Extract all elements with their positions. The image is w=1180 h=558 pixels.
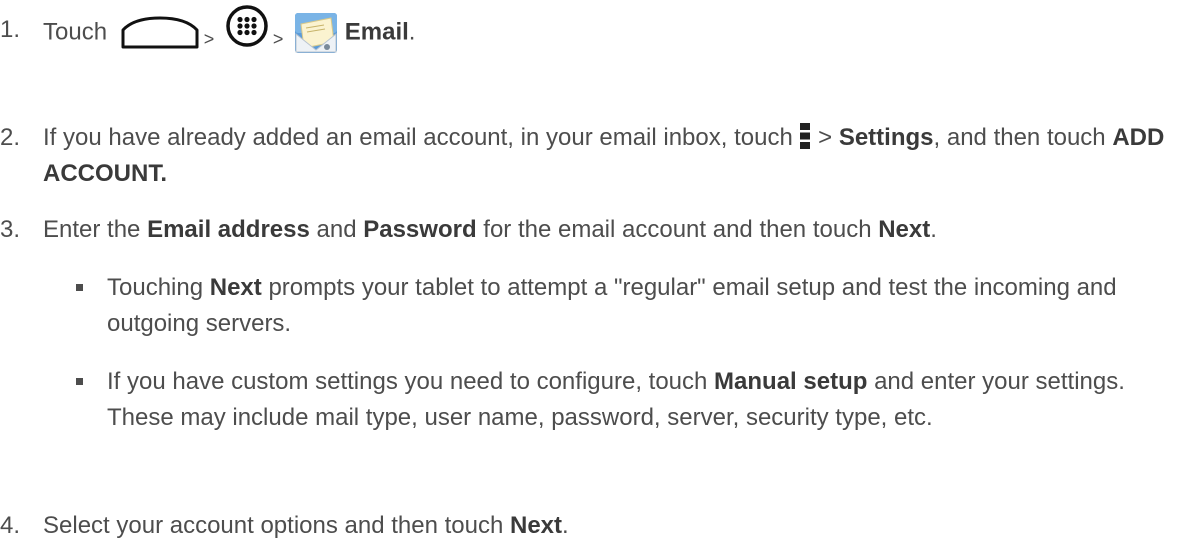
- step-4: 4. Select your account options and then …: [0, 508, 1175, 544]
- apps-icon: [225, 5, 269, 48]
- step-number: 3.: [0, 216, 21, 243]
- step-text: Select your account options and then tou…: [43, 508, 1175, 544]
- step-number: 2.: [0, 124, 21, 151]
- password-label: Password: [363, 216, 477, 243]
- next-label: Next: [878, 216, 931, 243]
- home-icon: [120, 16, 200, 50]
- list-item: Touching Next prompts your tablet to att…: [76, 270, 1175, 342]
- separator: >: [818, 124, 833, 151]
- next-label: Next: [509, 512, 563, 539]
- step-3: 3. Enter the Email address and Password …: [0, 212, 1175, 248]
- separator: >: [272, 29, 284, 50]
- step-1: 1. Touch > > Email.: [0, 5, 1175, 57]
- app-name: Email: [344, 18, 409, 46]
- separator: >: [203, 29, 215, 50]
- step-number: 1.: [0, 16, 21, 43]
- step-text-part: and: [316, 216, 357, 243]
- step-text: If you have already added an email accou…: [43, 120, 1175, 192]
- step-text-prefix: Touch: [43, 18, 108, 46]
- step-text-part: , and then touch: [933, 124, 1106, 151]
- bullet-mark: [76, 284, 83, 291]
- step-text-part: .: [562, 512, 569, 539]
- step-text-part: If you have already added an email accou…: [43, 124, 793, 151]
- step-end: .: [408, 18, 416, 46]
- bullet-mark: [76, 378, 83, 385]
- step-text-part: Enter the: [43, 216, 141, 243]
- step-2: 2. If you have already added an email ac…: [0, 120, 1175, 192]
- step-text-part: Select your account options and then tou…: [43, 512, 504, 539]
- next-label: Next: [209, 274, 262, 301]
- step-text-part: .: [930, 216, 937, 243]
- bullet-text-part: Touching: [107, 274, 204, 301]
- manual-setup-label: Manual setup: [714, 368, 868, 395]
- menu-icon: [799, 122, 811, 150]
- step-text: Enter the Email address and Password for…: [43, 212, 1175, 248]
- bullet-text: Touching Next prompts your tablet to att…: [107, 270, 1175, 342]
- bullet-text-part: If you have custom settings you need to …: [107, 368, 708, 395]
- step-number: 4.: [0, 512, 21, 539]
- bullet-text: If you have custom settings you need to …: [107, 364, 1175, 436]
- list-item: If you have custom settings you need to …: [76, 364, 1175, 436]
- email-app-icon: [294, 12, 338, 54]
- settings-label: Settings: [838, 124, 934, 151]
- step-text-part: for the email account and then touch: [483, 216, 872, 243]
- step-text: Touch > > Email.: [43, 5, 1175, 57]
- email-address-label: Email address: [147, 216, 310, 243]
